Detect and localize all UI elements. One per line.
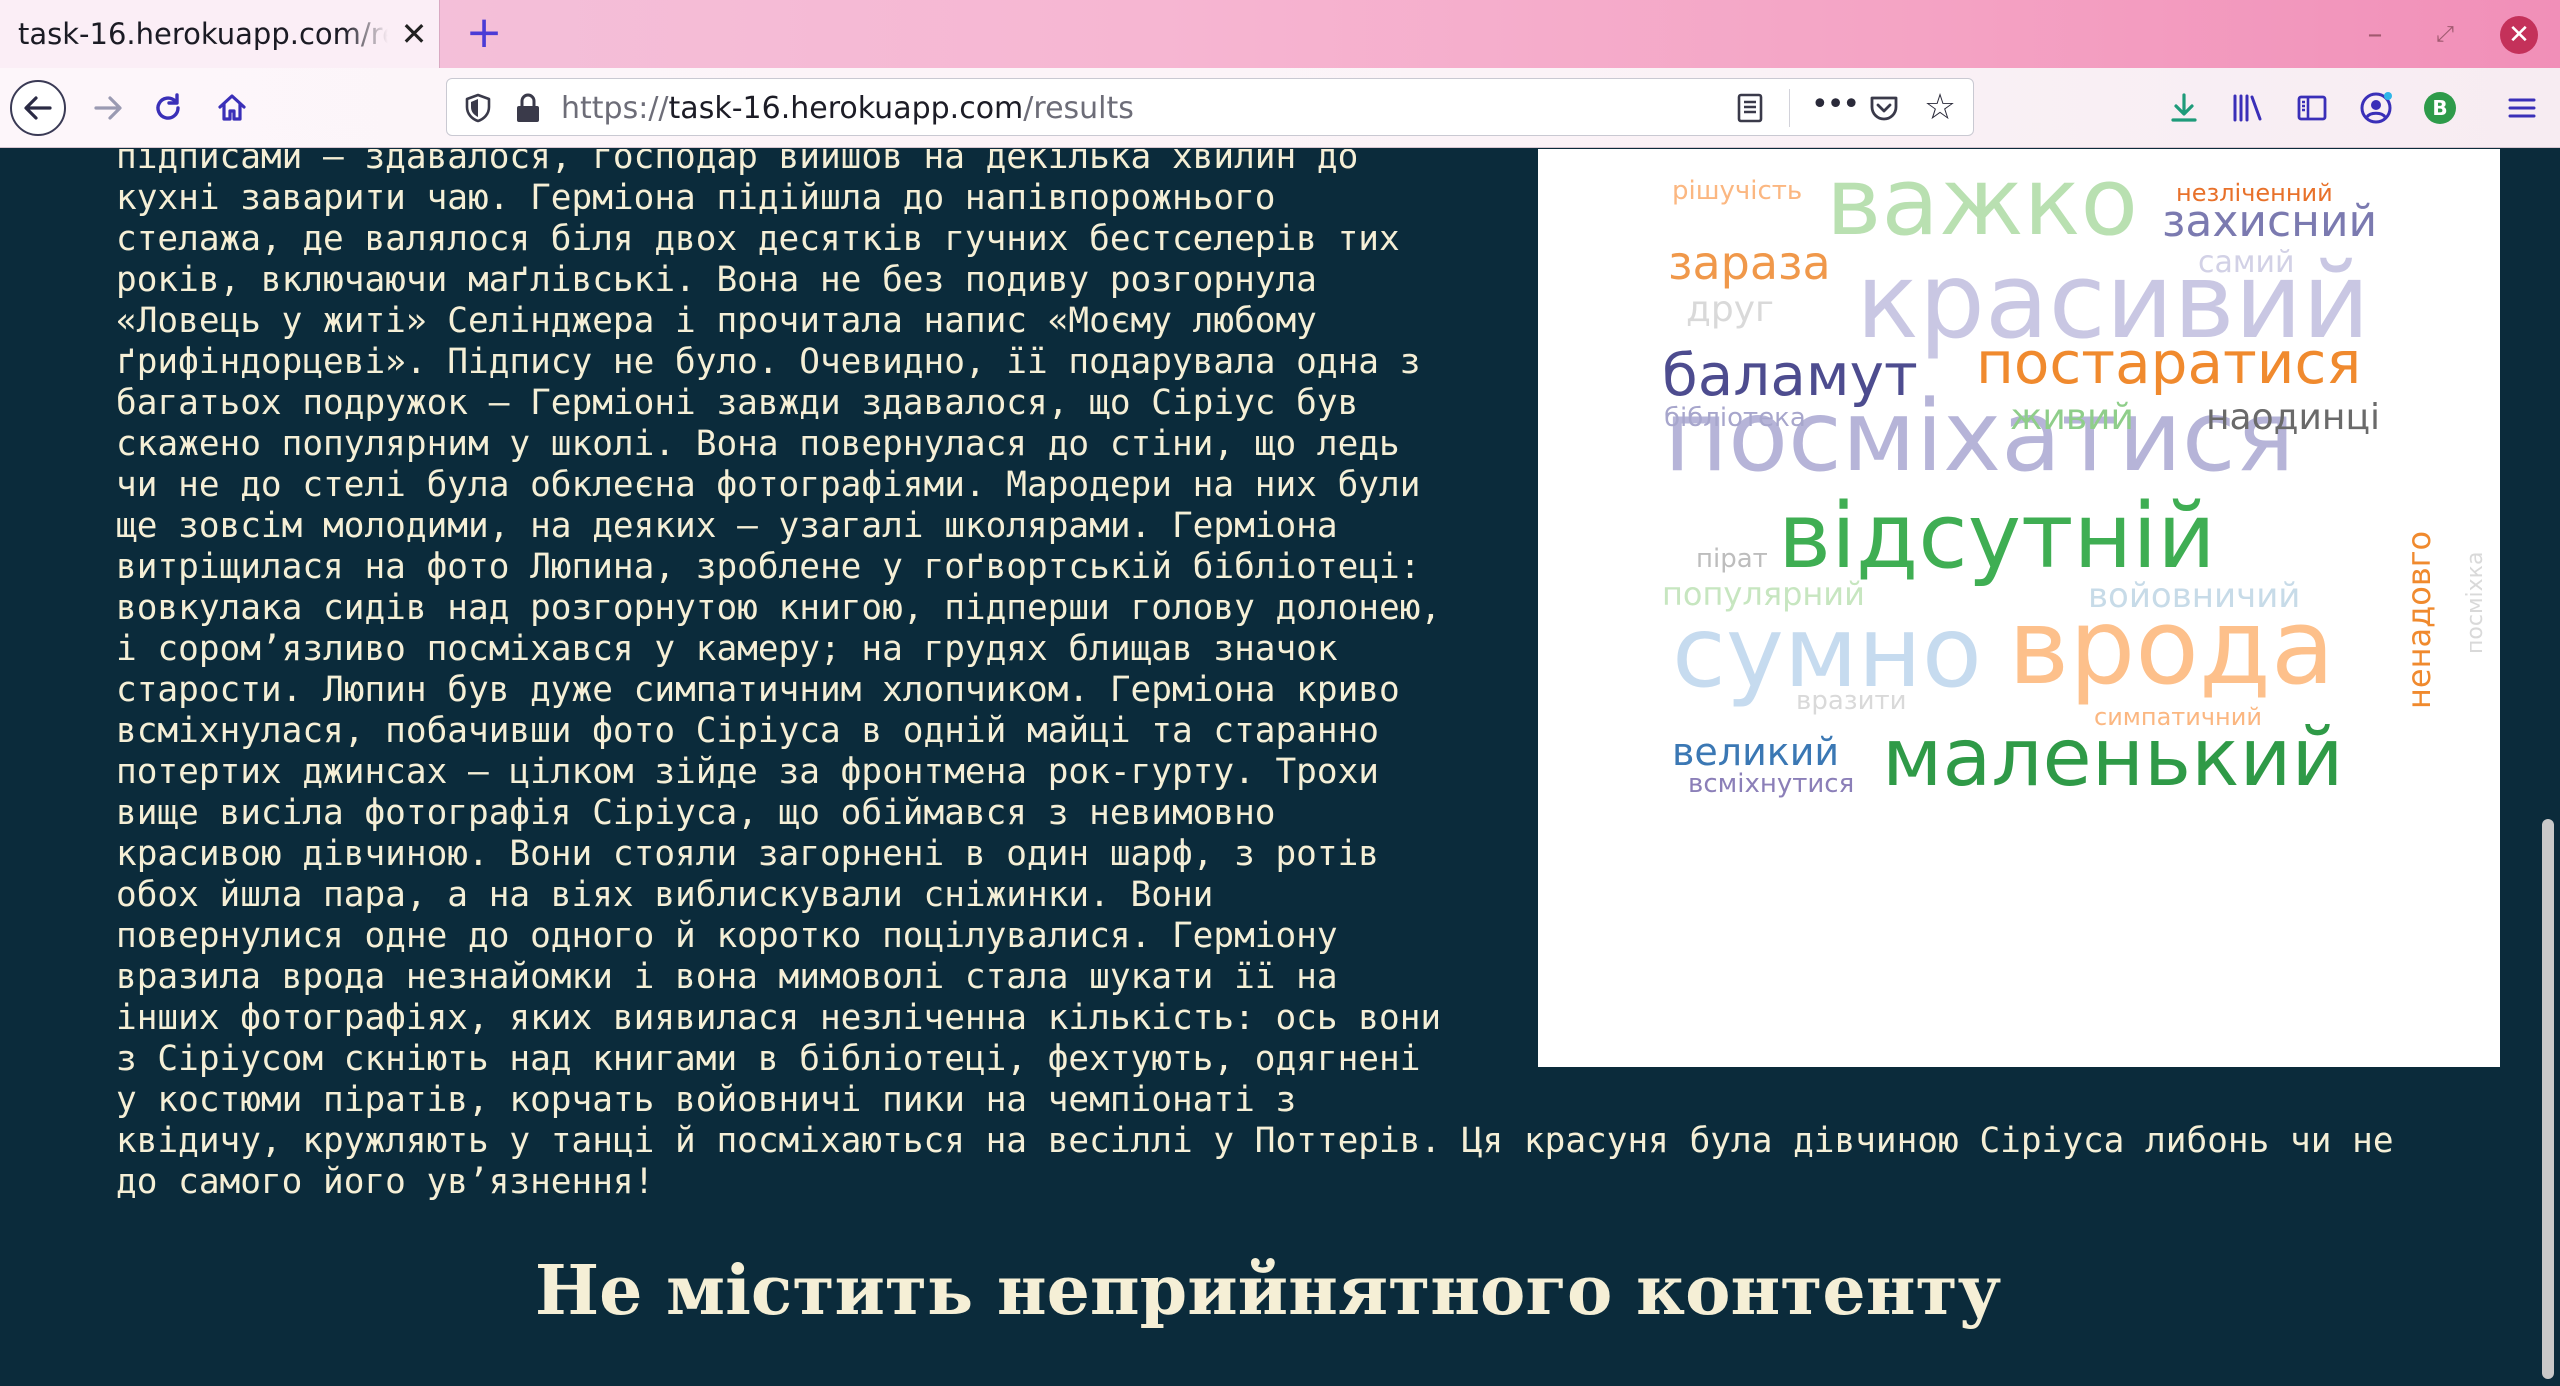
- new-tab-button[interactable]: +: [462, 11, 506, 56]
- reload-icon: [156, 93, 180, 120]
- page-content: важко красивий посміхатися відсутній сумно вр…: [0, 149, 2536, 1386]
- forward-button[interactable]: [80, 80, 136, 136]
- bookmark-star-icon[interactable]: ☆: [1921, 89, 1959, 127]
- nav-toolbar: https://task-16.herokuapp.com/results ••…: [0, 68, 2560, 148]
- home-icon: [218, 94, 246, 121]
- window-maximize-icon[interactable]: ⤢: [2428, 18, 2462, 52]
- story-line: років, включаючи маґлівські. Вона не без…: [116, 260, 1317, 300]
- story-line: квідичу, кружляють у танці й посміхаютьс…: [116, 1121, 2394, 1161]
- reload-button[interactable]: [140, 80, 196, 136]
- story-line: підписами – здавалося, господар вийшов н…: [116, 149, 1359, 177]
- story-line: вразила врода незнайомки і вона мимоволі…: [116, 957, 1338, 997]
- library-button[interactable]: [2226, 86, 2270, 130]
- story-line: витріщилася на фото Люпина, зроблене у г…: [116, 547, 1421, 587]
- lock-icon[interactable]: [513, 91, 543, 125]
- url-text[interactable]: https://task-16.herokuapp.com/results: [561, 91, 1134, 126]
- story-line: красивою дівчиною. Вони стояли загорнені…: [116, 834, 1379, 874]
- sidebar-button[interactable]: [2290, 86, 2334, 130]
- hamburger-menu-icon: [2508, 98, 2536, 118]
- story-line: інших фотографіях, яких виявилася незліч…: [116, 998, 1442, 1038]
- app-menu-button[interactable]: [2500, 86, 2544, 130]
- active-tab[interactable]: task-16.herokuapp.com/results ✕: [0, 0, 440, 68]
- story-line: вище висіла фотографія Сіріуса, що обійм…: [116, 793, 1276, 833]
- library-icon: [2233, 94, 2262, 122]
- tab-title: task-16.herokuapp.com/results: [18, 17, 388, 51]
- story-line: «Ловець у житі» Селінджера і прочитала н…: [116, 301, 1317, 341]
- url-separator: [1789, 89, 1790, 127]
- extension-badge: B: [2424, 92, 2456, 124]
- story-line: обох йшла пара, а на віях виблискували с…: [116, 875, 1214, 915]
- story-line: до самого його ув’язнення!: [116, 1162, 655, 1202]
- arrow-right-icon: [94, 96, 122, 120]
- page-scrollbar[interactable]: [2536, 149, 2560, 1386]
- back-button[interactable]: [10, 80, 66, 136]
- window-close-icon[interactable]: ✕: [2500, 16, 2538, 54]
- extension-button[interactable]: B: [2418, 86, 2462, 130]
- story-text: підписами – здавалося, господар вийшов н…: [116, 149, 2496, 1203]
- url-scheme: https://: [561, 91, 669, 126]
- tab-close-icon[interactable]: ✕: [396, 16, 432, 52]
- page-actions-icon[interactable]: •••: [1811, 87, 1860, 127]
- tab-strip: task-16.herokuapp.com/results ✕ + – ⤢ ✕: [0, 0, 2560, 68]
- story-line: ще зовсім молодими, на деяких – узагалі …: [116, 506, 1338, 546]
- address-bar[interactable]: https://task-16.herokuapp.com/results ••…: [446, 78, 1974, 136]
- account-button[interactable]: [2354, 86, 2398, 130]
- story-line: вовкулака сидів над розгорнутою книгою, …: [116, 588, 1442, 628]
- home-button[interactable]: [204, 80, 260, 136]
- downloads-button[interactable]: [2162, 86, 2206, 130]
- reader-view-icon[interactable]: [1733, 91, 1767, 125]
- verdict-heading: Не містить неприйнятного контенту: [534, 1251, 2002, 1331]
- story-line: у костюми піратів, корчать войовничі пик…: [116, 1080, 1297, 1120]
- story-line: чи не до стелі була обклеєна фотографіям…: [116, 465, 1421, 505]
- story-line: і сором’язливо посміхався у камеру; на г…: [116, 629, 1338, 669]
- sidebar-icon: [2297, 95, 2327, 121]
- story-line: всміхнулася, побачивши фото Сіріуса в од…: [116, 711, 1379, 751]
- pocket-icon[interactable]: [1867, 91, 1901, 125]
- story-line: повернулися одне до одного й коротко поц…: [116, 916, 1338, 956]
- story-line: ґрифіндорцеві». Підпису не було. Очевидн…: [116, 342, 1421, 382]
- story-line: з Сіріусом скніють над книгами в бібліот…: [116, 1039, 1421, 1079]
- story-line: потертих джинсах – цілком зійде за фронт…: [116, 752, 1379, 792]
- story-line: стелажа, де валялося біля двох десятків …: [116, 219, 1400, 259]
- url-host: task-16.herokuapp.com: [668, 91, 1024, 126]
- download-icon: [2171, 93, 2197, 122]
- account-icon: [2360, 92, 2392, 124]
- story-line: кухні заварити чаю. Герміона підійшла до…: [116, 178, 1276, 218]
- story-line: скажено популярним у школі. Вона поверну…: [116, 424, 1400, 464]
- tracking-shield-icon[interactable]: [461, 91, 495, 125]
- window-minimize-icon[interactable]: –: [2358, 18, 2392, 52]
- story-line: багатьох подружок – Герміоні завжди здав…: [116, 383, 1359, 423]
- story-line: старости. Люпин був дуже симпатичним хло…: [116, 670, 1400, 710]
- url-path: /results: [1023, 91, 1134, 126]
- scrollbar-thumb[interactable]: [2542, 819, 2554, 1379]
- arrow-left-icon: [24, 96, 52, 120]
